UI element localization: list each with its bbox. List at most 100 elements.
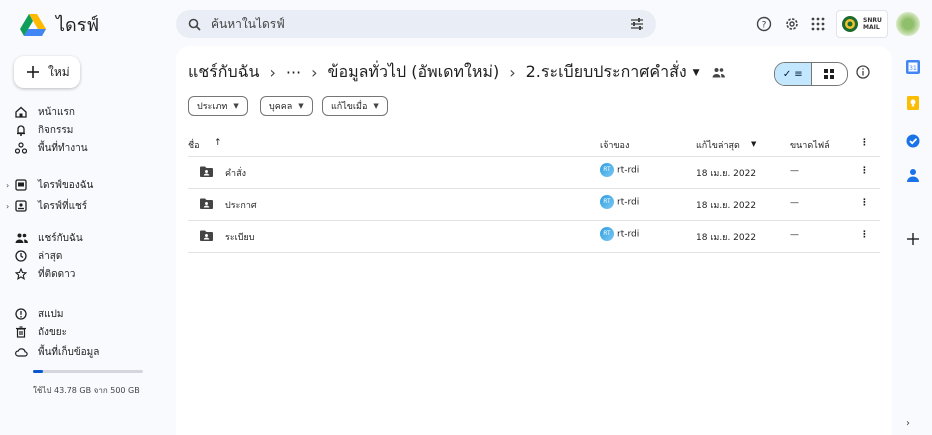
new-button[interactable]: ใหม่ [14,56,80,88]
column-header-name[interactable]: ชื่อ [188,138,200,152]
sidebar-item-shared-with-me[interactable]: แชร์กับฉัน [14,230,83,246]
spam-icon [14,308,28,320]
tasks-icon[interactable] [904,132,922,150]
sidebar-item-spam[interactable]: สแปม [14,306,64,322]
help-icon[interactable]: ? [752,12,776,36]
modified-date: 18 เม.ย. 2022 [696,233,757,243]
add-addon-icon[interactable] [904,230,922,248]
breadcrumb-separator-icon: › [311,63,318,82]
filter-chip-label: ประเภท [197,102,228,112]
avatar[interactable] [896,12,920,36]
collapse-panel-chevron-icon[interactable]: › [906,418,910,429]
shared-people-icon[interactable] [712,67,725,78]
search-bar[interactable] [176,10,656,38]
sort-dropdown-icon[interactable]: ▼ [751,140,756,148]
grid-view-button[interactable] [812,63,848,85]
drive-logo[interactable]: ไดรฟ์ [20,10,99,39]
my-drive-icon [14,179,28,191]
sidebar-item-starred[interactable]: ที่ติดดาว [14,266,75,282]
filter-chip-label: บุคคล [269,102,293,112]
file-size: — [790,166,799,176]
sidebar-item-trash[interactable]: ถังขยะ [14,324,67,340]
settings-gear-icon[interactable] [780,12,804,36]
sidebar-item-label: สแปม [38,308,64,320]
breadcrumb-separator-icon: › [509,63,516,82]
breadcrumb-current[interactable]: 2.ระเบียบประกาศคำสั่ง [526,60,687,85]
table-row[interactable]: คำสั่ง RT rt-rdi 18 เม.ย. 2022 — ⋮ [188,156,880,189]
file-size: — [790,198,799,208]
column-options-icon[interactable]: ⋮ [860,138,869,148]
sidebar-item-workspaces[interactable]: พื้นที่ทำงาน [14,140,88,156]
calendar-icon[interactable]: 31 [904,58,922,76]
view-toggle[interactable]: ✓ ≡ [774,62,848,86]
contacts-icon[interactable] [904,166,922,184]
filter-modified-chip[interactable]: แก้ไขเมื่อ ▼ [322,96,388,116]
owner-cell: RT rt-rdi [600,227,639,241]
storage-usage-bar [33,370,143,373]
workspaces-icon [14,142,28,154]
table-header: ชื่อ ↑ เจ้าของ แก้ไขล่าสุด ▼ ขนาดไฟล์ ⋮ [188,134,880,157]
keep-icon[interactable] [904,94,922,112]
search-options-icon[interactable] [630,17,644,31]
breadcrumb-ellipsis[interactable]: ··· [286,63,301,82]
account-line-2: MAIL [863,24,880,31]
table-row[interactable]: ระเบียบ RT rt-rdi 18 เม.ย. 2022 — ⋮ [188,220,880,253]
search-input[interactable] [209,16,593,32]
more-actions-icon[interactable]: ⋮ [860,166,869,176]
sidebar-item-label: หน้าแรก [38,106,75,118]
filter-people-chip[interactable]: บุคคล ▼ [260,96,313,116]
owner-avatar: RT [600,195,614,209]
owner-avatar: RT [600,227,614,241]
svg-text:?: ? [762,21,767,31]
account-switcher[interactable]: SNRU MAIL [836,10,888,38]
owner-name: rt-rdi [617,165,640,176]
svg-text:31: 31 [909,65,917,72]
filter-chip-label: แก้ไขเมื่อ [331,102,368,112]
cloud-icon [14,347,28,357]
file-name[interactable]: คำสั่ง [225,166,246,180]
home-icon [14,106,28,118]
modified-date: 18 เม.ย. 2022 [696,201,757,211]
file-name[interactable]: ประกาศ [225,198,257,212]
drive-logo-icon [20,13,46,36]
sidebar-item-home[interactable]: หน้าแรก [14,104,75,120]
breadcrumb-root[interactable]: แชร์กับฉัน [188,60,259,85]
sidebar-item-storage[interactable]: พื้นที่เก็บข้อมูล [14,344,99,360]
sidebar-item-recent[interactable]: ล่าสุด [14,248,62,264]
shared-drives-icon [14,200,28,212]
breadcrumb-parent[interactable]: ข้อมูลทั่วไป (อัพเดทใหม่) [328,60,500,85]
folder-menu-dropdown-icon[interactable]: ▼ [693,68,700,78]
more-actions-icon[interactable]: ⋮ [860,198,869,208]
checkmark-icon: ✓ [782,68,792,80]
filter-type-chip[interactable]: ประเภท ▼ [188,96,248,116]
column-header-owner: เจ้าของ [600,141,630,151]
sidebar-item-my-drive[interactable]: › ไดรฟ์ของฉัน [6,177,93,193]
sidebar-item-label: กิจกรรม [38,124,74,136]
dropdown-arrow-icon: ▼ [233,102,239,110]
column-header-size: ขนาดไฟล์ [790,141,830,151]
file-size: — [790,230,799,240]
owner-avatar: RT [600,163,614,177]
table-row[interactable]: ประกาศ RT rt-rdi 18 เม.ย. 2022 — ⋮ [188,188,880,221]
list-view-button[interactable]: ✓ ≡ [775,63,812,85]
trash-icon [14,326,28,338]
sidebar-item-label: พื้นที่ทำงาน [38,142,88,154]
sort-arrow-up-icon[interactable]: ↑ [214,138,222,148]
sidebar-item-activity[interactable]: กิจกรรม [14,122,73,138]
sidebar-item-label: ไดรฟ์ที่แชร์ [38,200,88,212]
expand-caret-icon[interactable]: › [6,202,9,211]
info-icon[interactable] [856,65,870,79]
clock-icon [14,250,28,262]
apps-grid-icon[interactable] [806,12,830,36]
shared-folder-icon [200,230,213,241]
sidebar-item-shared-drives[interactable]: › ไดรฟ์ที่แชร์ [6,198,88,214]
expand-caret-icon[interactable]: › [6,181,9,190]
more-actions-icon[interactable]: ⋮ [860,230,869,240]
search-icon[interactable] [188,18,201,31]
shared-folder-icon [200,198,213,209]
file-name[interactable]: ระเบียบ [225,230,254,244]
main-content: แชร์กับฉัน › ··· › ข้อมูลทั่วไป (อัพเดทใ… [176,46,892,435]
column-header-modified[interactable]: แก้ไขล่าสุด [696,138,740,152]
sidebar-item-label: ล่าสุด [38,250,63,262]
sidebar-item-label: ที่ติดดาว [38,268,76,280]
